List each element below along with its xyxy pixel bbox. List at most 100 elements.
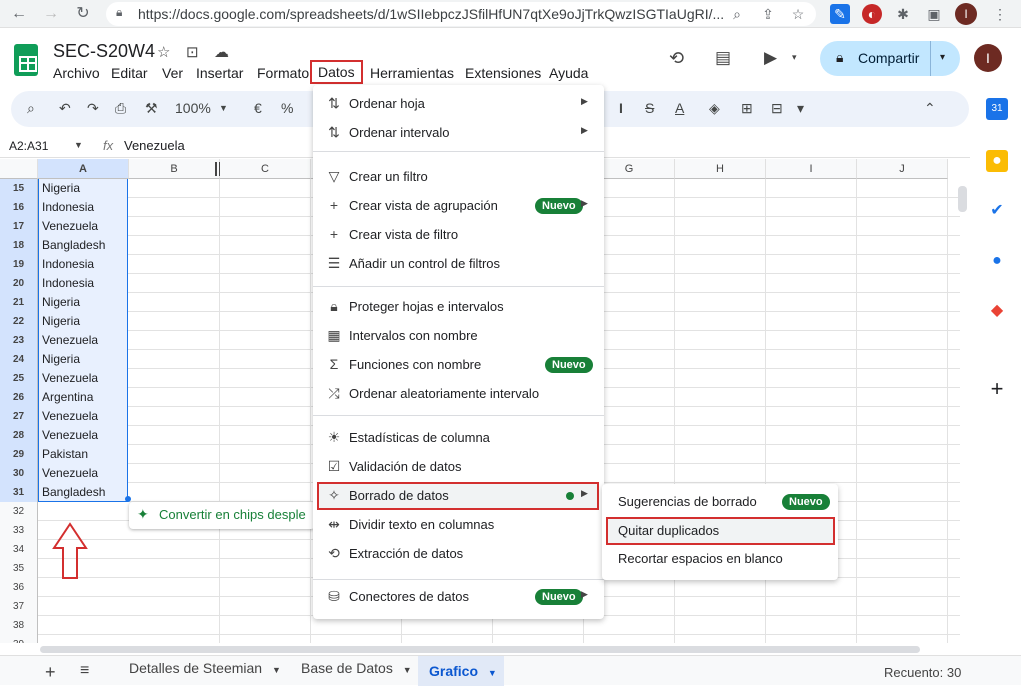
menu-item-borrado-de-datos[interactable]: ✧ Borrado de datos ▶ — [313, 482, 604, 510]
menu-item-ordenar-aleatoriamente-intervalo[interactable]: ⤮ Ordenar aleatoriamente intervalo — [313, 380, 604, 408]
share-page-icon[interactable]: ⇪ — [758, 4, 778, 24]
text-color-icon[interactable]: A — [675, 100, 684, 116]
extension-icon[interactable]: ✎ — [830, 4, 850, 24]
contacts-icon[interactable]: ● — [986, 250, 1008, 272]
keep-icon[interactable]: ● — [986, 150, 1008, 172]
row-header[interactable]: 35 — [0, 559, 38, 578]
row-header[interactable]: 20 — [0, 274, 38, 293]
row-header[interactable]: 23 — [0, 331, 38, 350]
row-header[interactable]: 34 — [0, 540, 38, 559]
calendar-icon[interactable]: 31 — [986, 98, 1008, 120]
cell-a[interactable]: Venezuela — [38, 464, 128, 483]
chip-suggestion[interactable]: ✦ Convertir en chips desple — [129, 502, 315, 529]
row-header[interactable]: 29 — [0, 445, 38, 464]
menu-datos[interactable]: Datos — [310, 60, 363, 84]
cell-a[interactable] — [38, 635, 128, 643]
meet-icon[interactable]: ▶︎ — [764, 48, 777, 68]
cell-a[interactable]: Bangladesh — [38, 483, 128, 502]
cell-a[interactable] — [38, 616, 128, 635]
row-header[interactable]: 18 — [0, 236, 38, 255]
row-header[interactable]: 25 — [0, 369, 38, 388]
cell-a[interactable] — [38, 597, 128, 616]
cell-a[interactable]: Indonesia — [38, 255, 128, 274]
submenu-quitar-duplicados[interactable]: Quitar duplicados — [602, 517, 838, 545]
name-box[interactable]: A2:A31 — [9, 139, 48, 153]
fill-handle[interactable] — [125, 496, 131, 502]
menu-item-ordenar-hoja[interactable]: ⇅ Ordenar hoja ▶ — [313, 90, 604, 118]
sheet-tab-base-de-datos[interactable]: Base de Datos ▼ — [301, 650, 412, 680]
menu-item-a-adir-un-control-de-filtros[interactable]: ☰ Añadir un control de filtros — [313, 250, 604, 278]
undo-icon[interactable]: ↶ — [59, 100, 71, 117]
extension-red-icon[interactable]: ◐ — [862, 4, 882, 24]
cell-a[interactable]: Venezuela — [38, 369, 128, 388]
redo-icon[interactable]: ↷ — [87, 100, 99, 117]
status-count[interactable]: Recuento: 30 — [884, 665, 961, 680]
menu-archivo[interactable]: Archivo — [53, 65, 100, 81]
row-header[interactable]: 15 — [0, 179, 38, 198]
maps-icon[interactable]: ◆ — [986, 300, 1008, 322]
name-box-dropdown-icon[interactable]: ▼ — [74, 140, 83, 150]
share-button[interactable]: 🔒︎ Compartir ▾ — [820, 41, 960, 76]
formula-input[interactable]: Venezuela — [124, 138, 185, 153]
sheet-tab-detalles[interactable]: Detalles de Steemian ▼ — [129, 650, 281, 680]
sheet-tab-grafico[interactable]: Grafico ▼ — [418, 656, 504, 686]
row-header[interactable]: 38 — [0, 616, 38, 635]
row-header[interactable]: 39 — [0, 635, 38, 643]
menu-ayuda[interactable]: Ayuda — [549, 65, 588, 81]
menu-editar[interactable]: Editar — [111, 65, 148, 81]
doc-title[interactable]: SEC-S20W4 — [53, 41, 155, 62]
browser-avatar[interactable]: I — [955, 3, 977, 25]
row-header[interactable]: 27 — [0, 407, 38, 426]
add-addon-icon[interactable]: + — [986, 378, 1008, 400]
cell-a[interactable]: Bangladesh — [38, 236, 128, 255]
borders-icon[interactable]: ⊞ — [741, 100, 753, 117]
col-header-i[interactable]: I — [766, 159, 857, 179]
col-header-b[interactable]: B — [129, 159, 220, 179]
row-header[interactable]: 33 — [0, 521, 38, 540]
row-header[interactable]: 21 — [0, 293, 38, 312]
menu-insertar[interactable]: Insertar — [196, 65, 243, 81]
menu-herramientas[interactable]: Herramientas — [370, 65, 454, 81]
menu-item-validaci-n-de-datos[interactable]: ☑ Validación de datos — [313, 453, 604, 481]
col-header-j[interactable]: J — [857, 159, 948, 179]
cell-a[interactable]: Venezuela — [38, 331, 128, 350]
forward-icon[interactable]: → — [40, 3, 62, 25]
row-header[interactable]: 24 — [0, 350, 38, 369]
merge-cells-icon[interactable]: ⊟ — [771, 100, 783, 117]
corner-cell[interactable] — [0, 159, 38, 179]
menu-item-intervalos-con-nombre[interactable]: ▦ Intervalos con nombre — [313, 322, 604, 350]
zoom-select[interactable]: 100% — [175, 100, 211, 116]
col-header-c[interactable]: C — [220, 159, 311, 179]
row-header[interactable]: 32 — [0, 502, 38, 521]
sheets-logo-icon[interactable] — [14, 44, 38, 76]
row-header[interactable]: 30 — [0, 464, 38, 483]
search-menus-icon[interactable]: ⌕ — [27, 100, 35, 117]
cell-a[interactable]: Venezuela — [38, 426, 128, 445]
move-folder-icon[interactable]: ⊡ — [186, 43, 199, 61]
menu-item-crear-un-filtro[interactable]: ▽ Crear un filtro — [313, 163, 604, 191]
cell-a[interactable]: Indonesia — [38, 274, 128, 293]
vertical-scrollbar-thumb[interactable] — [958, 186, 967, 212]
menu-extensiones[interactable]: Extensiones — [465, 65, 541, 81]
add-sheet-icon[interactable]: + — [45, 662, 56, 683]
comments-icon[interactable]: ▤ — [715, 48, 731, 68]
menu-item-conectores-de-datos[interactable]: ⛁ Conectores de datos Nuevo ▶ — [313, 583, 604, 611]
menu-item-ordenar-intervalo[interactable]: ⇅ Ordenar intervalo ▶ — [313, 119, 604, 147]
cell-a[interactable]: Argentina — [38, 388, 128, 407]
cell-a[interactable]: Indonesia — [38, 198, 128, 217]
bookmark-star-icon[interactable]: ☆ — [788, 4, 808, 24]
menu-item-extracci-n-de-datos[interactable]: ⟲ Extracción de datos — [313, 540, 604, 568]
all-sheets-icon[interactable]: ≡ — [80, 662, 89, 680]
puzzle-icon[interactable]: ✱ — [893, 4, 913, 24]
fill-color-icon[interactable]: ◈ — [709, 100, 720, 117]
more-vert-icon[interactable]: ⋮ — [990, 4, 1010, 24]
cell-a[interactable]: Nigeria — [38, 350, 128, 369]
cell-a[interactable]: Nigeria — [38, 312, 128, 331]
paint-format-icon[interactable]: ⚒ — [145, 100, 158, 117]
account-avatar[interactable]: I — [974, 44, 1002, 72]
menu-formato[interactable]: Formato — [257, 65, 309, 81]
meet-dropdown-icon[interactable]: ▾ — [792, 52, 797, 63]
row-header[interactable]: 19 — [0, 255, 38, 274]
menu-ver[interactable]: Ver — [162, 65, 183, 81]
zoom-dropdown-icon[interactable]: ▼ — [219, 103, 228, 113]
